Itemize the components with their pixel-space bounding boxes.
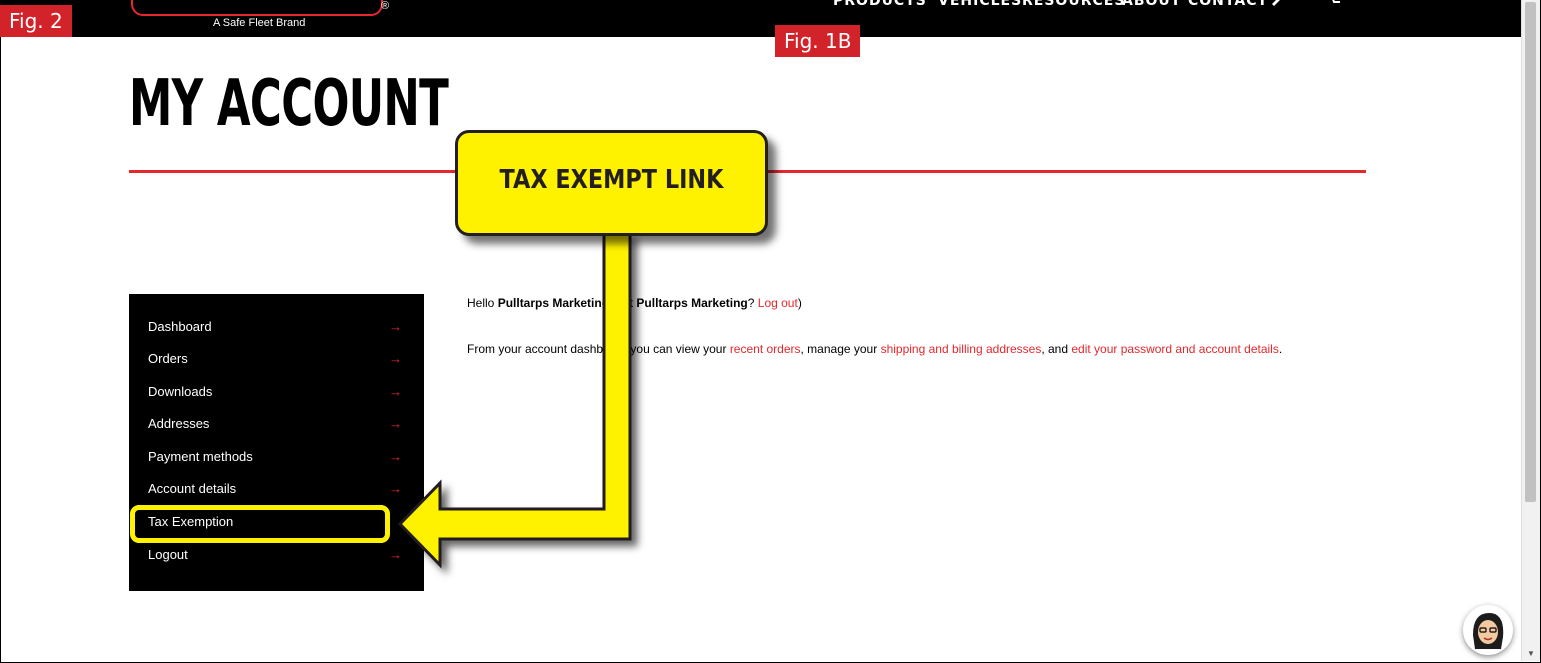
callout-text: TAX EXEMPT LINK — [499, 165, 724, 195]
chat-avatar-icon — [1466, 608, 1510, 652]
tax-exempt-callout: TAX EXEMPT LINK — [455, 130, 768, 236]
chat-avatar[interactable] — [1463, 605, 1513, 655]
annotation-arrow — [397, 232, 632, 569]
tax-exemption-highlight — [130, 505, 390, 543]
